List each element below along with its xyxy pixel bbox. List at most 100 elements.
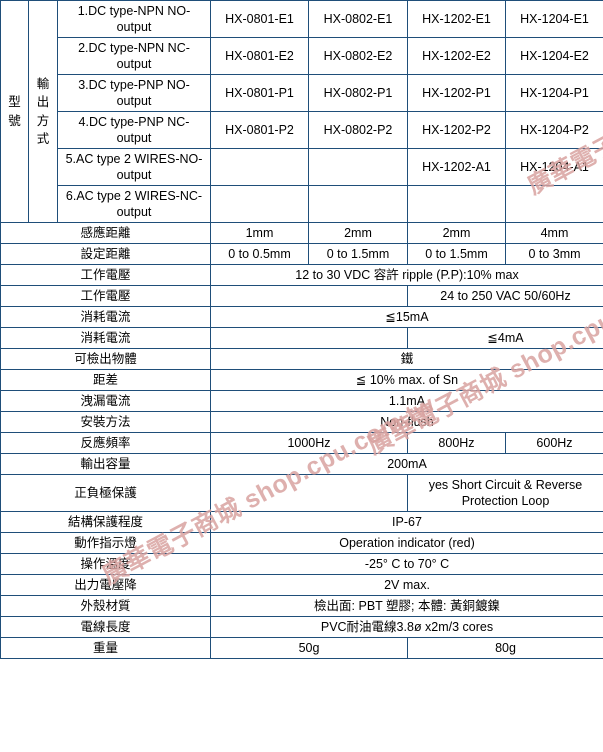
table-row: 操作溫度 -25° C to 70° C bbox=[0, 553, 603, 575]
model-cell: HX-0801-E1 bbox=[210, 0, 309, 38]
spec-value-cell: 鐵 bbox=[210, 348, 603, 370]
table-row: 距差 ≦ 10% max. of Sn bbox=[0, 369, 603, 391]
spec-value-cell bbox=[210, 327, 408, 349]
spec-value-cell: 800Hz bbox=[407, 432, 506, 454]
model-cell: HX-1202-A1 bbox=[407, 148, 506, 186]
model-cell: HX-1204-E1 bbox=[505, 0, 603, 38]
spec-value-cell: 2mm bbox=[308, 222, 408, 244]
spec-value-cell: Non-flush bbox=[210, 411, 603, 433]
model-cell: HX-1204-E2 bbox=[505, 37, 603, 75]
model-cell: HX-1202-P1 bbox=[407, 74, 506, 112]
table-row: 工作電壓 24 to 250 VAC 50/60Hz bbox=[0, 285, 603, 307]
table-row: 正負極保護 yes Short Circuit & Reverse Protect… bbox=[0, 474, 603, 512]
model-cell bbox=[308, 185, 408, 223]
table-row: 消耗電流 ≦4mA bbox=[0, 327, 603, 349]
model-cell: HX-1202-E1 bbox=[407, 0, 506, 38]
spec-table-page: 型號 輸出方式 1.DC type-NPN NO-output HX-0801-… bbox=[0, 0, 603, 752]
model-cell bbox=[210, 185, 309, 223]
table-row: 反應頻率 1000Hz 800Hz 600Hz bbox=[0, 432, 603, 454]
spec-row-label: 反應頻率 bbox=[0, 432, 211, 454]
spec-value-cell: PVC耐油電線3.8ø x2m/3 cores bbox=[210, 616, 603, 638]
output-type-label: 4.DC type-PNP NC-output bbox=[57, 111, 211, 149]
table-row: 安裝方法 Non-flush bbox=[0, 411, 603, 433]
spec-value-cell: IP-67 bbox=[210, 511, 603, 533]
table-row: 重量 50g 80g bbox=[0, 637, 603, 659]
spec-value-cell: 200mA bbox=[210, 453, 603, 475]
model-cell: HX-1204-P1 bbox=[505, 74, 603, 112]
table-row: 設定距離 0 to 0.5mm 0 to 1.5mm 0 to 1.5mm 0 to 3… bbox=[0, 243, 603, 265]
spec-table-body: 型號 輸出方式 1.DC type-NPN NO-output HX-0801-… bbox=[0, 0, 603, 659]
product-spec-table: 型號 輸出方式 1.DC type-NPN NO-output HX-0801-… bbox=[0, 0, 603, 659]
output-type-label: 6.AC type 2 WIRES-NC-output bbox=[57, 185, 211, 223]
spec-row-label: 輸出容量 bbox=[0, 453, 211, 475]
spec-value-cell bbox=[210, 474, 408, 512]
output-type-label: 5.AC type 2 WIRES-NO-output bbox=[57, 148, 211, 186]
spec-value-cell: 24 to 250 VAC 50/60Hz bbox=[407, 285, 603, 307]
spec-row-label: 出力電壓降 bbox=[0, 574, 211, 596]
model-cell bbox=[407, 185, 506, 223]
spec-value-cell: 0 to 1.5mm bbox=[407, 243, 506, 265]
model-cell: HX-1204-P2 bbox=[505, 111, 603, 149]
spec-row-label: 操作溫度 bbox=[0, 553, 211, 575]
spec-row-label: 工作電壓 bbox=[0, 264, 211, 286]
spec-value-cell: 80g bbox=[407, 637, 603, 659]
table-row: 2.DC type-NPN NC-output HX-0801-E2 HX-08… bbox=[1, 37, 603, 75]
row-group-label-model: 型號 bbox=[0, 0, 29, 223]
spec-value-cell: 50g bbox=[210, 637, 408, 659]
table-row: 感應距離 1mm 2mm 2mm 4mm bbox=[0, 222, 603, 244]
spec-row-label: 洩漏電流 bbox=[0, 390, 211, 412]
table-row: 型號 輸出方式 1.DC type-NPN NO-output HX-0801-… bbox=[0, 0, 603, 223]
spec-value-cell: Operation indicator (red) bbox=[210, 532, 603, 554]
output-type-label: 2.DC type-NPN NC-output bbox=[57, 37, 211, 75]
table-row: 4.DC type-PNP NC-output HX-0801-P2 HX-08… bbox=[1, 111, 603, 149]
model-cell bbox=[308, 148, 408, 186]
spec-value-cell: 600Hz bbox=[505, 432, 603, 454]
model-cell bbox=[505, 185, 603, 223]
spec-value-cell: 檢出面: PBT 塑膠; 本體: 黃銅鍍鎳 bbox=[210, 595, 603, 617]
model-cell: HX-1202-E2 bbox=[407, 37, 506, 75]
spec-value-cell: ≦ 10% max. of Sn bbox=[210, 369, 603, 391]
spec-value-cell: -25° C to 70° C bbox=[210, 553, 603, 575]
spec-value-cell: 4mm bbox=[505, 222, 603, 244]
table-row: 動作指示燈 Operation indicator (red) bbox=[0, 532, 603, 554]
spec-row-label: 電線長度 bbox=[0, 616, 211, 638]
spec-value-cell: yes Short Circuit & Reverse Protection L… bbox=[407, 474, 603, 512]
table-row: 輸出容量 200mA bbox=[0, 453, 603, 475]
spec-value-cell bbox=[210, 285, 408, 307]
model-cell: HX-0801-P2 bbox=[210, 111, 309, 149]
output-type-label: 1.DC type-NPN NO-output bbox=[57, 0, 211, 38]
table-row: 外殼材質 檢出面: PBT 塑膠; 本體: 黃銅鍍鎳 bbox=[0, 595, 603, 617]
spec-value-cell: 1.1mA bbox=[210, 390, 603, 412]
spec-value-cell: 0 to 1.5mm bbox=[308, 243, 408, 265]
spec-value-cell: 0 to 3mm bbox=[505, 243, 603, 265]
table-row: 出力電壓降 2V max. bbox=[0, 574, 603, 596]
spec-value-cell: 1mm bbox=[210, 222, 309, 244]
table-row: 3.DC type-PNP NO-output HX-0801-P1 HX-08… bbox=[1, 74, 603, 112]
model-cell: HX-0801-E2 bbox=[210, 37, 309, 75]
spec-value-cell: 2V max. bbox=[210, 574, 603, 596]
model-cell: HX-0802-E1 bbox=[308, 0, 408, 38]
spec-row-label: 安裝方法 bbox=[0, 411, 211, 433]
table-row: 可檢出物體鐵 bbox=[0, 348, 603, 370]
spec-row-label: 正負極保護 bbox=[0, 474, 211, 512]
spec-value-cell: 2mm bbox=[407, 222, 506, 244]
table-row: 電線長度 PVC耐油電線3.8ø x2m/3 cores bbox=[0, 616, 603, 638]
spec-value-cell: 1000Hz bbox=[210, 432, 408, 454]
table-row: 工作電壓 12 to 30 VDC 容許 ripple (P.P):10% max bbox=[0, 264, 603, 286]
table-row: 5.AC type 2 WIRES-NO-output HX-1202-A1 H… bbox=[1, 148, 603, 186]
model-cell: HX-0802-P1 bbox=[308, 74, 408, 112]
spec-row-label: 工作電壓 bbox=[0, 285, 211, 307]
table-row: 洩漏電流 1.1mA bbox=[0, 390, 603, 412]
spec-value-cell: 12 to 30 VDC 容許 ripple (P.P):10% max bbox=[210, 264, 603, 286]
model-cell: HX-1204-A1 bbox=[505, 148, 603, 186]
table-row: 6.AC type 2 WIRES-NC-output bbox=[1, 185, 603, 223]
spec-row-label: 重量 bbox=[0, 637, 211, 659]
model-cell: HX-0802-E2 bbox=[308, 37, 408, 75]
spec-row-label: 感應距離 bbox=[0, 222, 211, 244]
spec-value-cell: ≦15mA bbox=[210, 306, 603, 328]
spec-value-cell: 0 to 0.5mm bbox=[210, 243, 309, 265]
spec-row-label: 可檢出物體 bbox=[0, 348, 211, 370]
output-type-label: 3.DC type-PNP NO-output bbox=[57, 74, 211, 112]
spec-value-cell: ≦4mA bbox=[407, 327, 603, 349]
row-group-label-output-method: 輸出方式 bbox=[28, 0, 58, 223]
